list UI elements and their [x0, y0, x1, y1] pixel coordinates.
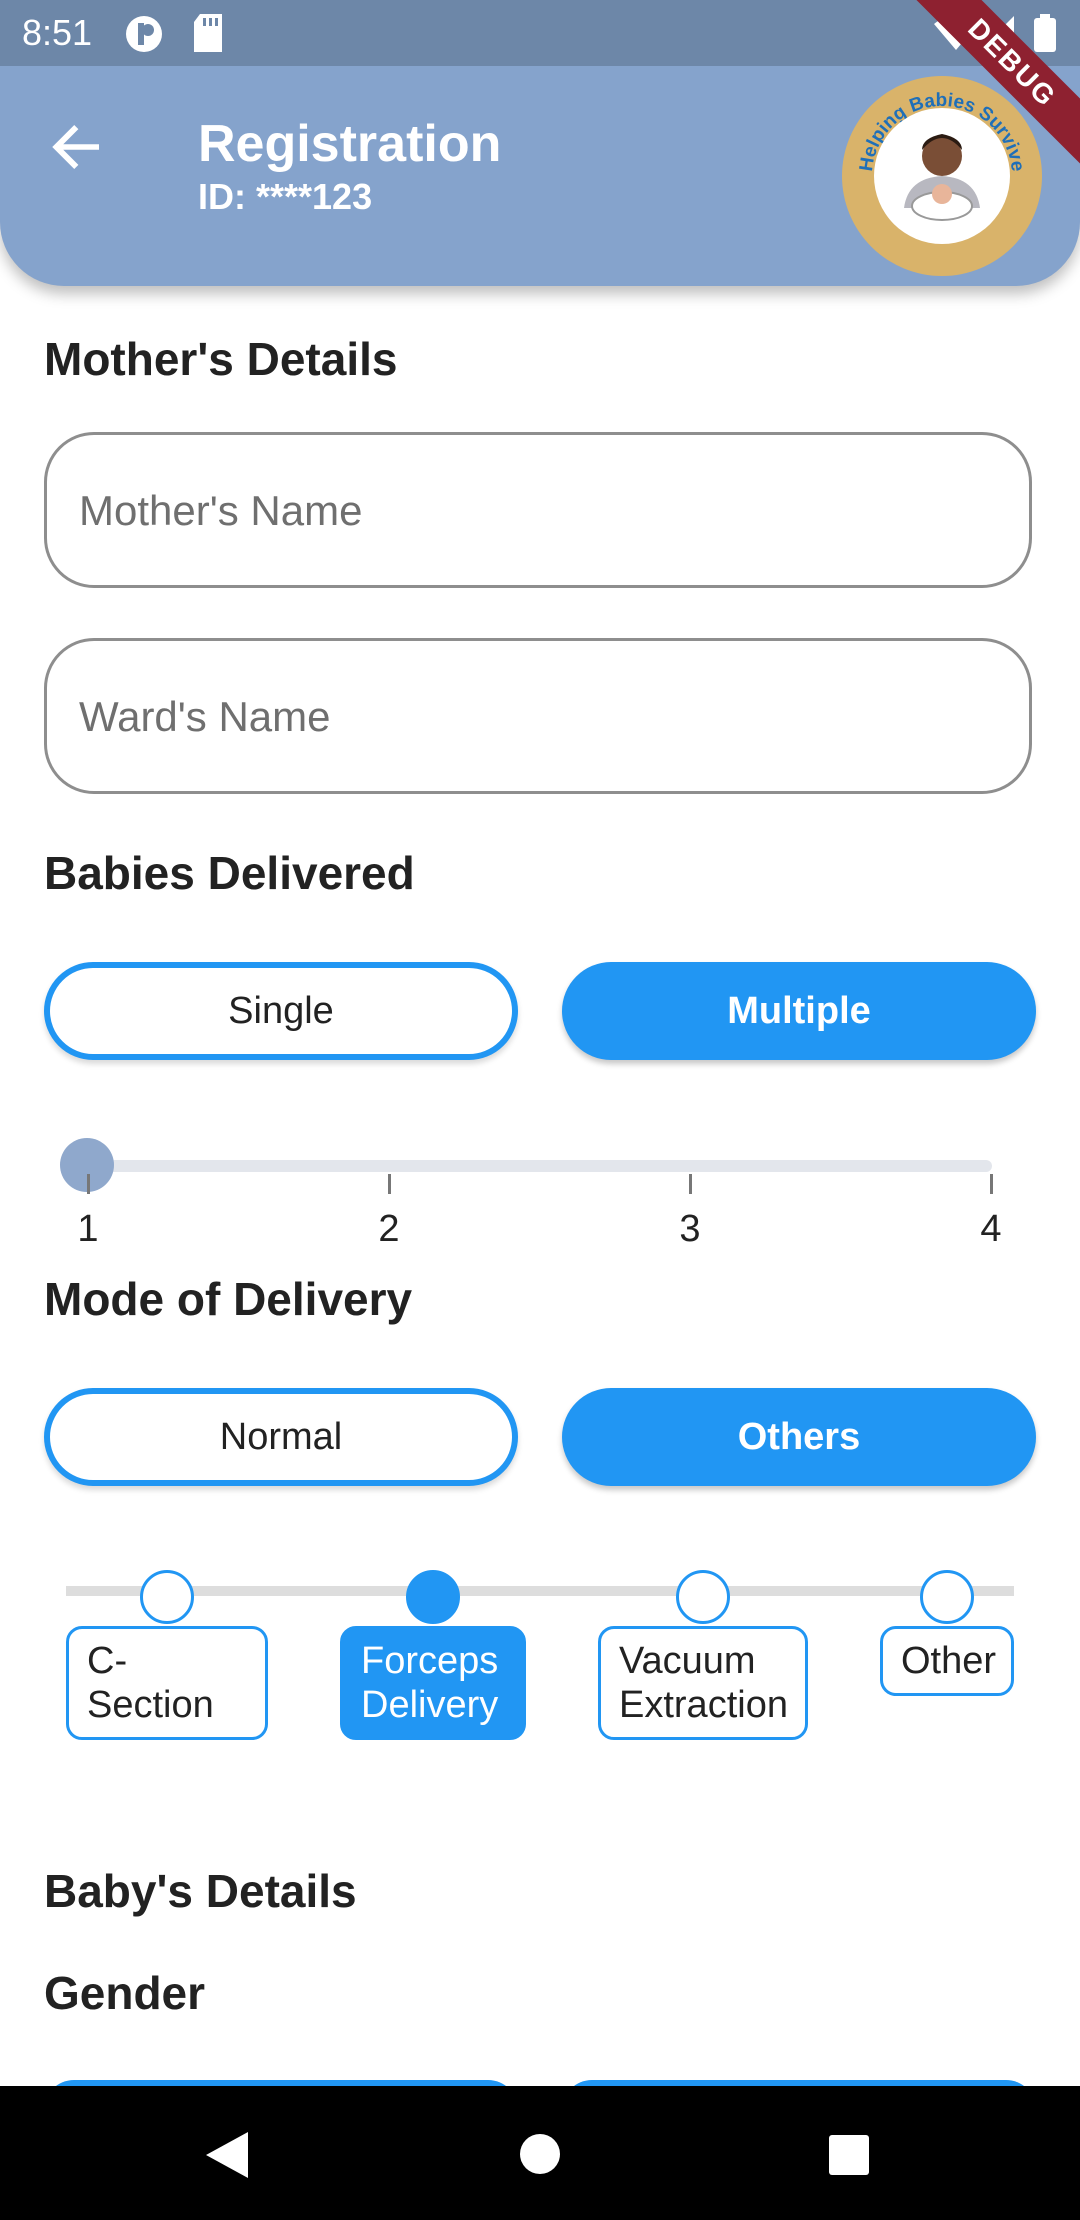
normal-button[interactable]: Normal [44, 1388, 518, 1486]
c-section-step-dot[interactable] [140, 1570, 194, 1624]
slider-tick-4 [990, 1174, 993, 1194]
notification-p-icon [126, 16, 162, 52]
other-option[interactable]: Other [880, 1626, 1014, 1696]
mother-name-input[interactable] [77, 435, 981, 587]
registration-id: ID: ****123 [198, 176, 373, 217]
mother-baby-icon [904, 134, 980, 221]
slider-label-3: 3 [679, 1208, 701, 1250]
back-arrow-icon[interactable] [44, 114, 110, 180]
multiple-button[interactable]: Multiple [562, 962, 1036, 1060]
page-title: Registration [198, 115, 502, 173]
forceps-step-dot[interactable] [406, 1570, 460, 1624]
babys-details-heading: Baby's Details [44, 1865, 357, 1917]
nav-back-icon[interactable] [204, 2130, 250, 2180]
gender-heading: Gender [44, 1967, 206, 2019]
slider-label-1: 1 [77, 1208, 99, 1250]
slider-tick-3 [689, 1174, 692, 1194]
mothers-details-heading: Mother's Details [44, 333, 398, 385]
c-section-option[interactable]: C-Section [66, 1626, 268, 1740]
ward-name-input[interactable] [77, 641, 981, 793]
mother-name-field[interactable] [44, 432, 1032, 588]
slider-tick-1 [87, 1174, 90, 1194]
app-bar: Registration ID: ****123 Helping Babies … [0, 66, 1080, 286]
ward-name-field[interactable] [44, 638, 1032, 794]
single-button[interactable]: Single [44, 962, 518, 1060]
forceps-delivery-option[interactable]: Forceps Delivery [340, 1626, 526, 1740]
mode-of-delivery-heading: Mode of Delivery [44, 1273, 413, 1325]
vacuum-step-dot[interactable] [676, 1570, 730, 1624]
babies-delivered-heading: Babies Delivered [44, 847, 415, 899]
delivery-mode-stepper-line [66, 1586, 1014, 1596]
helping-babies-survive-logo: Helping Babies Survive [842, 76, 1042, 276]
status-time: 8:51 [22, 12, 93, 53]
battery-icon [1034, 14, 1056, 52]
slider-label-4: 4 [980, 1208, 1002, 1250]
slider-label-2: 2 [378, 1208, 400, 1250]
slider-tick-2 [388, 1174, 391, 1194]
babies-count-slider-track[interactable] [86, 1160, 992, 1172]
logo-center [874, 108, 1010, 244]
system-nav-bar [0, 2086, 1080, 2220]
vacuum-extraction-option[interactable]: Vacuum Extraction [598, 1626, 808, 1740]
nav-recents-icon[interactable] [828, 2134, 870, 2176]
nav-home-icon[interactable] [518, 2132, 562, 2176]
other-step-dot[interactable] [920, 1570, 974, 1624]
sd-card-icon [194, 14, 222, 52]
status-bar: 8:51 DEBUG [0, 0, 1080, 172]
others-button[interactable]: Others [562, 1388, 1036, 1486]
